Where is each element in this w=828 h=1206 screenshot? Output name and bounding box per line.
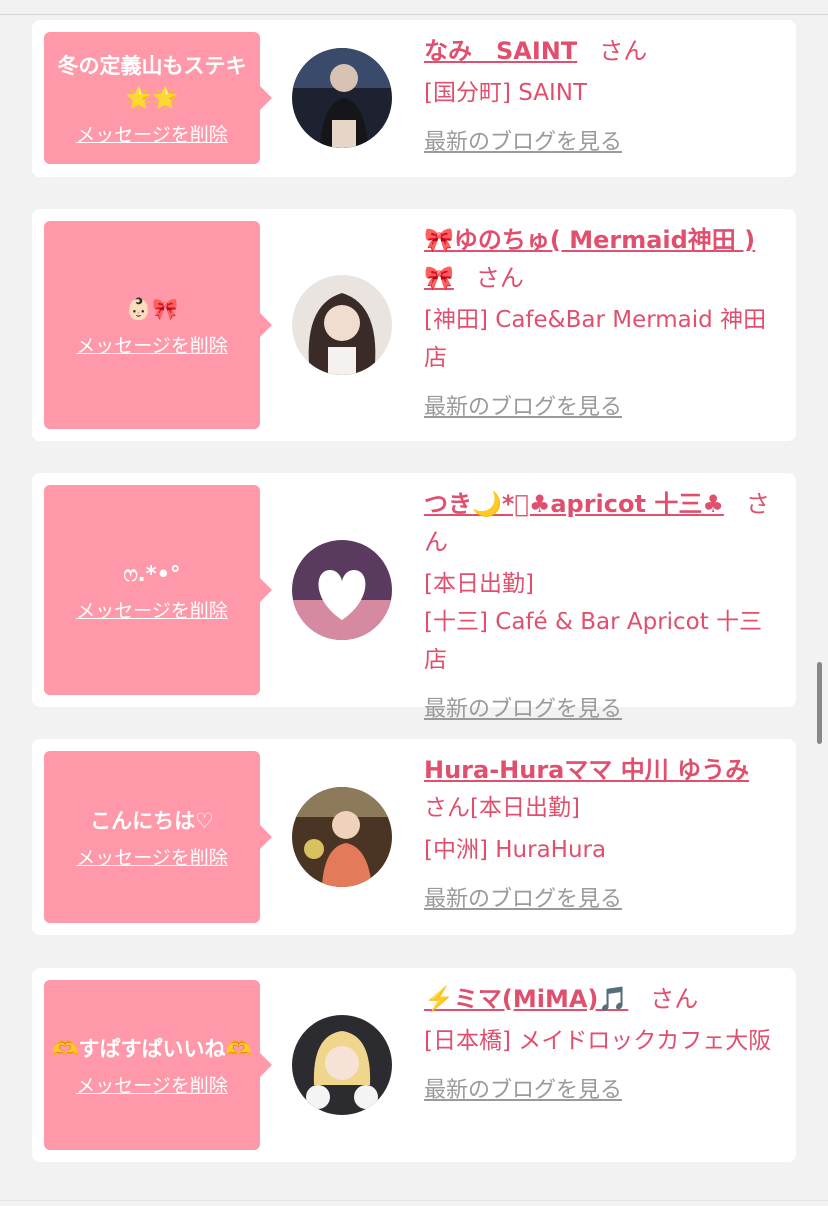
- delete-message-link[interactable]: メッセージを削除: [76, 843, 228, 870]
- shop-text: [日本橋] メイドロックカフェ大阪: [424, 1028, 772, 1054]
- status-text: [本日出勤]: [424, 571, 534, 597]
- latest-blog-link[interactable]: 最新のブログを見る: [424, 881, 622, 913]
- avatar-photo-icon: [292, 275, 392, 375]
- message-card: 冬の定義山もステキ🌟🌟 メッセージを削除 なみ SAINT さん [国分町] SA…: [32, 20, 796, 177]
- latest-blog-link[interactable]: 最新のブログを見る: [424, 691, 622, 723]
- message-bubble: 冬の定義山もステキ🌟🌟 メッセージを削除: [44, 32, 272, 164]
- avatar[interactable]: [292, 540, 392, 640]
- latest-blog-link[interactable]: 最新のブログを見る: [424, 1072, 622, 1104]
- message-bubble: 🫶すぱすぱいいね🫶 メッセージを削除: [44, 980, 272, 1150]
- profile-info: 🎀ゆのちゅ( Mermaid神田 )🎀 さん [神田] Cafe&Bar Merm…: [424, 221, 784, 421]
- message-bubble: 👶🏻🎀 メッセージを削除: [44, 221, 272, 429]
- avatar[interactable]: [292, 1015, 392, 1115]
- message-text: こんにちは♡: [90, 808, 214, 833]
- profile-name-link[interactable]: ⚡️ミマ(MiMA)🎵: [424, 985, 628, 1013]
- delete-message-link[interactable]: メッセージを削除: [76, 596, 228, 623]
- latest-blog-link[interactable]: 最新のブログを見る: [424, 389, 622, 421]
- avatar-photo-icon: [292, 1015, 392, 1115]
- honorific: さん: [475, 264, 524, 292]
- message-card: こんにちは♡ メッセージを削除 Hura-Huraママ 中川 ゆうみ さん[本日…: [32, 739, 796, 935]
- shop-text: [神田] Cafe&Bar Mermaid 神田店: [424, 307, 767, 371]
- profile-name-link[interactable]: 🎀ゆのちゅ( Mermaid神田 )🎀: [424, 226, 755, 292]
- message-card: 👶🏻🎀 メッセージを削除 🎀ゆのちゅ( Mermaid神田 )🎀 さん [神田] …: [32, 209, 796, 441]
- profile-info: ⚡️ミマ(MiMA)🎵 さん [日本橋] メイドロックカフェ大阪 最新のブログを見…: [424, 980, 784, 1104]
- shop-text: [中洲] HuraHura: [424, 837, 607, 863]
- honorific: さん: [424, 795, 470, 821]
- top-divider: [0, 14, 828, 15]
- avatar-photo-icon: [292, 787, 392, 887]
- message-card: 🫶すぱすぱいいね🫶 メッセージを削除 ⚡️ミマ(MiMA)🎵 さん [日本橋] メ…: [32, 968, 796, 1162]
- avatar-photo-icon: [292, 540, 392, 640]
- profile-name-link[interactable]: つき🌙*ﾟ♣apricot 十三♣: [424, 490, 724, 518]
- scrollbar[interactable]: [817, 662, 822, 744]
- profile-info: なみ SAINT さん [国分町] SAINT 最新のブログを見る: [424, 32, 784, 156]
- profile-name-link[interactable]: Hura-Huraママ 中川 ゆうみ: [424, 756, 749, 784]
- message-bubble: ෆ.*•° メッセージを削除: [44, 485, 272, 695]
- status-text: [本日出勤]: [470, 795, 580, 821]
- delete-message-link[interactable]: メッセージを削除: [76, 331, 228, 358]
- message-bubble: こんにちは♡ メッセージを削除: [44, 751, 272, 923]
- avatar[interactable]: [292, 787, 392, 887]
- avatar[interactable]: [292, 275, 392, 375]
- profile-name-link[interactable]: なみ SAINT: [424, 37, 577, 65]
- message-card: ෆ.*•° メッセージを削除 つき🌙*ﾟ♣apricot 十三♣ さん [本日出勤…: [32, 473, 796, 722]
- bottom-divider: [0, 1200, 828, 1201]
- message-text: 👶🏻🎀: [125, 296, 179, 321]
- avatar[interactable]: [292, 48, 392, 148]
- status-line: さん[本日出勤]: [424, 789, 784, 827]
- shop-text: [十三] Café & Bar Apricot 十三店: [424, 609, 763, 673]
- profile-info: つき🌙*ﾟ♣apricot 十三♣ さん [本日出勤] [十三] Café & B…: [424, 485, 784, 723]
- profile-info: Hura-Huraママ 中川 ゆうみ さん[本日出勤] [中洲] HuraHur…: [424, 751, 784, 913]
- honorific: さん: [599, 37, 648, 65]
- delete-message-link[interactable]: メッセージを削除: [76, 1071, 228, 1098]
- message-text: 冬の定義山もステキ🌟🌟: [57, 53, 247, 110]
- latest-blog-link[interactable]: 最新のブログを見る: [424, 124, 622, 156]
- avatar-photo-icon: [292, 48, 392, 148]
- shop-text: [国分町] SAINT: [424, 80, 588, 106]
- message-text: 🫶すぱすぱいいね🫶: [52, 1036, 252, 1061]
- delete-message-link[interactable]: メッセージを削除: [76, 120, 228, 147]
- message-text: ෆ.*•°: [123, 561, 181, 586]
- honorific: さん: [650, 985, 699, 1013]
